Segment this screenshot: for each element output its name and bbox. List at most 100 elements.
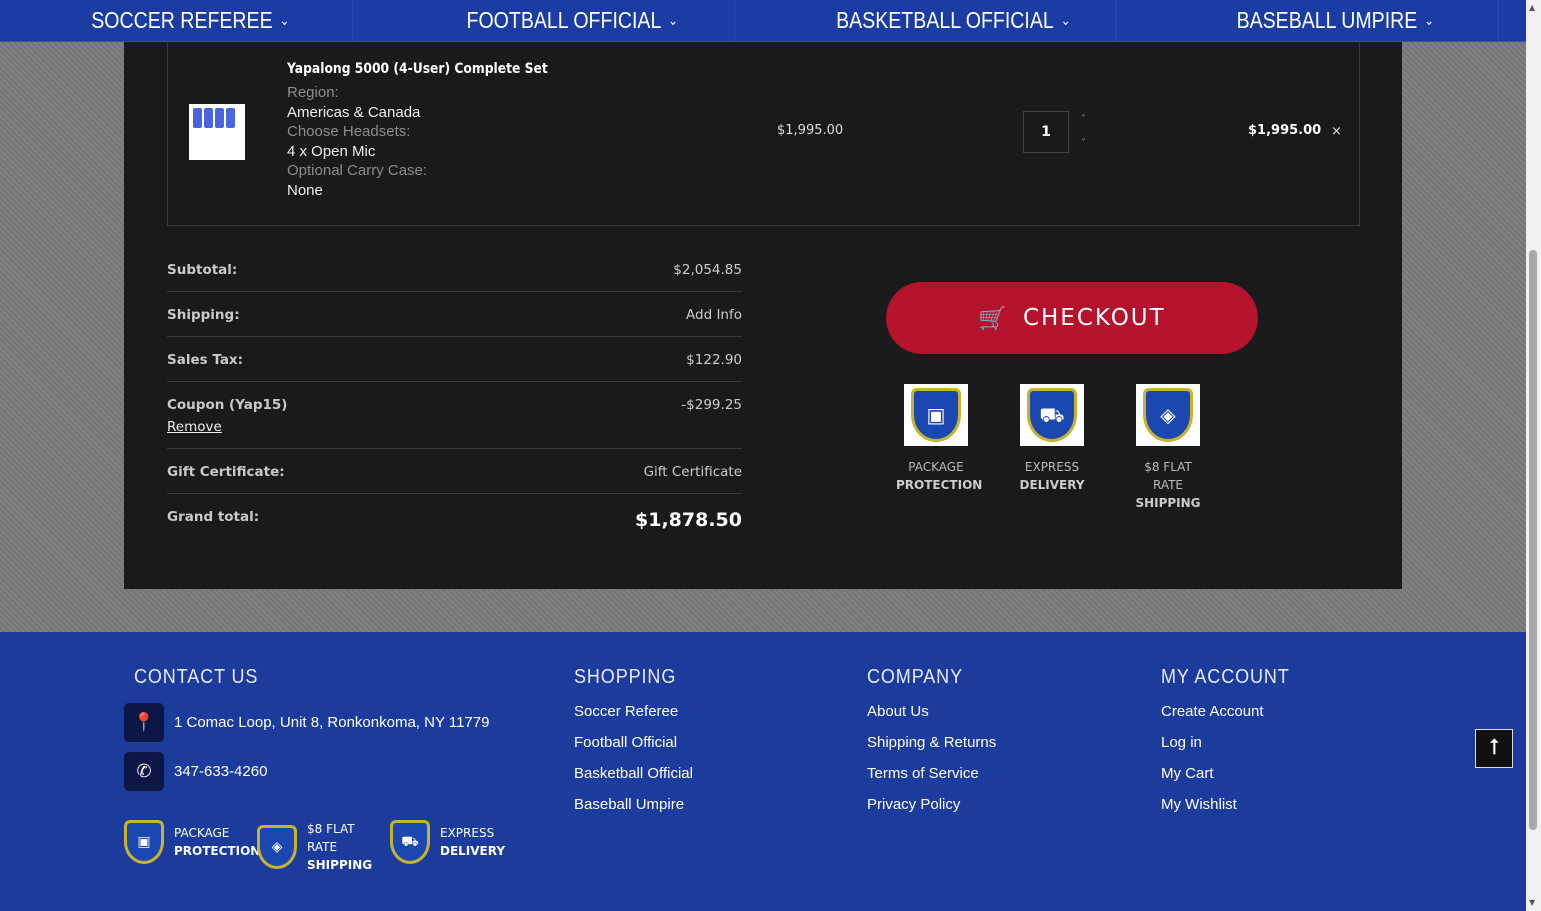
nav-label: BASKETBALL OFFICIAL	[836, 7, 1054, 33]
badge-top: PACKAGE	[908, 460, 964, 474]
subtotal-row: Subtotal: $2,054.85	[167, 247, 742, 292]
cart-icon: 🛒	[978, 305, 1009, 332]
phone-icon: ✆	[124, 752, 164, 791]
footer-link[interactable]: Log in	[1161, 734, 1304, 751]
remove-coupon-link[interactable]: Remove	[167, 419, 287, 435]
scrollbar-thumb[interactable]	[1529, 250, 1537, 830]
hands-box-shield-icon: ◈	[1143, 388, 1193, 442]
quantity-input[interactable]: 1	[1023, 111, 1069, 153]
footer-contact: CONTACT US 📍 1 Comac Loop, Unit 8, Ronkon…	[124, 666, 489, 801]
tax-row: Sales Tax: $122.90	[167, 337, 742, 382]
footer-badge-express: ⛟ EXPRESS DELIVERY	[390, 820, 505, 864]
company-title: COMPANY	[867, 666, 963, 688]
footer-link[interactable]: Terms of Service	[867, 765, 996, 782]
badge-express-delivery: ⛟ EXPRESS DELIVERY	[1012, 384, 1092, 512]
option-label: Region:	[287, 84, 339, 101]
badge-top: $8 FLAT RATE	[307, 822, 355, 854]
product-image[interactable]	[189, 104, 245, 160]
footer-link[interactable]: My Wishlist	[1161, 796, 1304, 813]
unit-price: $1,995.00	[777, 123, 844, 138]
shipping-row: Shipping: Add Info	[167, 292, 742, 337]
nav-label: BASEBALL UMPIRE	[1236, 7, 1417, 33]
phone[interactable]: 347-633-4260	[174, 763, 267, 780]
footer-account: MY ACCOUNT Create Account Log in My Cart My…	[1161, 666, 1304, 827]
chevron-down-icon: ⌄	[1423, 12, 1434, 28]
truck-shield-icon: ⛟	[390, 820, 430, 864]
badge-bottom: DELIVERY	[440, 844, 506, 858]
location-pin-icon: 📍	[124, 703, 164, 742]
chevron-down-icon: ⌄	[1060, 12, 1071, 28]
badge-flat-rate: ◈ $8 FLAT RATE SHIPPING	[1128, 384, 1208, 512]
chevron-down-icon: ⌄	[279, 12, 290, 28]
badge-bottom: DELIVERY	[1019, 478, 1085, 492]
footer-badge-flat-rate: ◈ $8 FLAT RATE SHIPPING	[257, 820, 377, 874]
footer-link[interactable]: Create Account	[1161, 703, 1304, 720]
shipping-label: Shipping:	[167, 307, 240, 323]
grand-total-value: $1,878.50	[635, 509, 742, 531]
product-options: Region: Americas & Canada Choose Headset…	[287, 83, 427, 200]
qty-decrease-icon[interactable]: ˅	[1081, 138, 1086, 149]
remove-item-icon[interactable]: ×	[1331, 124, 1342, 139]
subtotal-label: Subtotal:	[167, 262, 238, 278]
package-shield-icon: ▣	[124, 820, 164, 864]
footer-shopping: SHOPPING Soccer Referee Football Official…	[574, 666, 693, 827]
badge-bottom: PROTECTION	[174, 844, 261, 858]
tax-value: $122.90	[686, 352, 742, 368]
shipping-add-info[interactable]: Add Info	[686, 307, 742, 323]
nav-label: SOCCER REFEREE	[91, 7, 273, 33]
badge-top: $8 FLAT RATE	[1144, 460, 1192, 492]
shopping-title: SHOPPING	[574, 666, 677, 688]
footer-link[interactable]: My Cart	[1161, 765, 1304, 782]
footer-link[interactable]: Baseball Umpire	[574, 796, 693, 813]
contact-title: CONTACT US	[134, 666, 259, 688]
badge-bottom: SHIPPING	[307, 858, 373, 872]
grand-total-row: Grand total: $1,878.50	[167, 494, 742, 544]
line-total: $1,995.00	[1248, 123, 1322, 138]
coupon-value: -$299.25	[681, 397, 742, 413]
nav-label: FOOTBALL OFFICIAL	[466, 7, 661, 33]
badge-bottom: SHIPPING	[1135, 496, 1201, 510]
footer-link[interactable]: Soccer Referee	[574, 703, 693, 720]
package-shield-icon: ▣	[911, 388, 961, 442]
nav-football-official[interactable]: FOOTBALL OFFICIAL ⌄	[410, 0, 735, 41]
truck-shield-icon: ⛟	[1027, 388, 1077, 442]
option-value: None	[287, 181, 323, 199]
tax-label: Sales Tax:	[167, 352, 244, 368]
footer-link[interactable]: Privacy Policy	[867, 796, 996, 813]
hands-box-shield-icon: ◈	[257, 825, 297, 869]
gift-certificate-link[interactable]: Gift Certificate	[644, 464, 742, 480]
badge-bottom: PROTECTION	[896, 478, 983, 492]
badge-top: EXPRESS	[1024, 460, 1080, 474]
qty-increase-icon[interactable]: ˄	[1081, 114, 1086, 125]
option-value: Americas & Canada	[287, 103, 421, 121]
grand-total-label: Grand total:	[167, 509, 260, 525]
nav-basketball-official[interactable]: BASKETBALL OFFICIAL ⌄	[792, 0, 1116, 41]
scrollbar[interactable]: ▲ ▼	[1526, 0, 1541, 911]
account-title: MY ACCOUNT	[1161, 666, 1290, 688]
option-label: Choose Headsets:	[287, 123, 411, 140]
top-nav: SOCCER REFEREE ⌄ FOOTBALL OFFICIAL ⌄ BASKE…	[0, 0, 1526, 42]
footer-link[interactable]: Football Official	[574, 734, 693, 751]
cart-panel: Yapalong 5000 (4-User) Complete Set Regi…	[124, 42, 1402, 589]
cart-item: Yapalong 5000 (4-User) Complete Set Regi…	[167, 42, 1360, 226]
trust-badges: ▣ PACKAGE PROTECTION ⛟ EXPRESS DELIVERY ◈ $8 …	[896, 384, 1208, 512]
checkout-label: CHECKOUT	[1022, 305, 1166, 331]
nav-baseball-umpire[interactable]: BASEBALL UMPIRE ⌄	[1173, 0, 1498, 41]
subtotal-value: $2,054.85	[673, 262, 742, 278]
coupon-label: Coupon (Yap15)	[167, 397, 288, 413]
footer-link[interactable]: Basketball Official	[574, 765, 693, 782]
order-summary: Subtotal: $2,054.85 Shipping: Add Info Sal…	[167, 247, 742, 544]
checkout-button[interactable]: 🛒 CHECKOUT	[886, 282, 1258, 354]
coupon-row: Coupon (Yap15) Remove -$299.25	[167, 382, 742, 449]
footer: CONTACT US 📍 1 Comac Loop, Unit 8, Ronkon…	[0, 632, 1526, 911]
scroll-to-top-button[interactable]: ⭡	[1475, 729, 1513, 768]
footer-link[interactable]: Shipping & Returns	[867, 734, 996, 751]
footer-link[interactable]: About Us	[867, 703, 996, 720]
gift-label: Gift Certificate:	[167, 464, 285, 480]
address: 1 Comac Loop, Unit 8, Ronkonkoma, NY 117…	[174, 714, 490, 731]
chevron-down-icon: ⌄	[667, 12, 678, 28]
badge-top: EXPRESS	[440, 826, 495, 840]
footer-company: COMPANY About Us Shipping & Returns Terms …	[867, 666, 996, 827]
nav-soccer-referee[interactable]: SOCCER REFEREE ⌄	[29, 0, 353, 41]
product-name[interactable]: Yapalong 5000 (4-User) Complete Set	[287, 61, 548, 77]
